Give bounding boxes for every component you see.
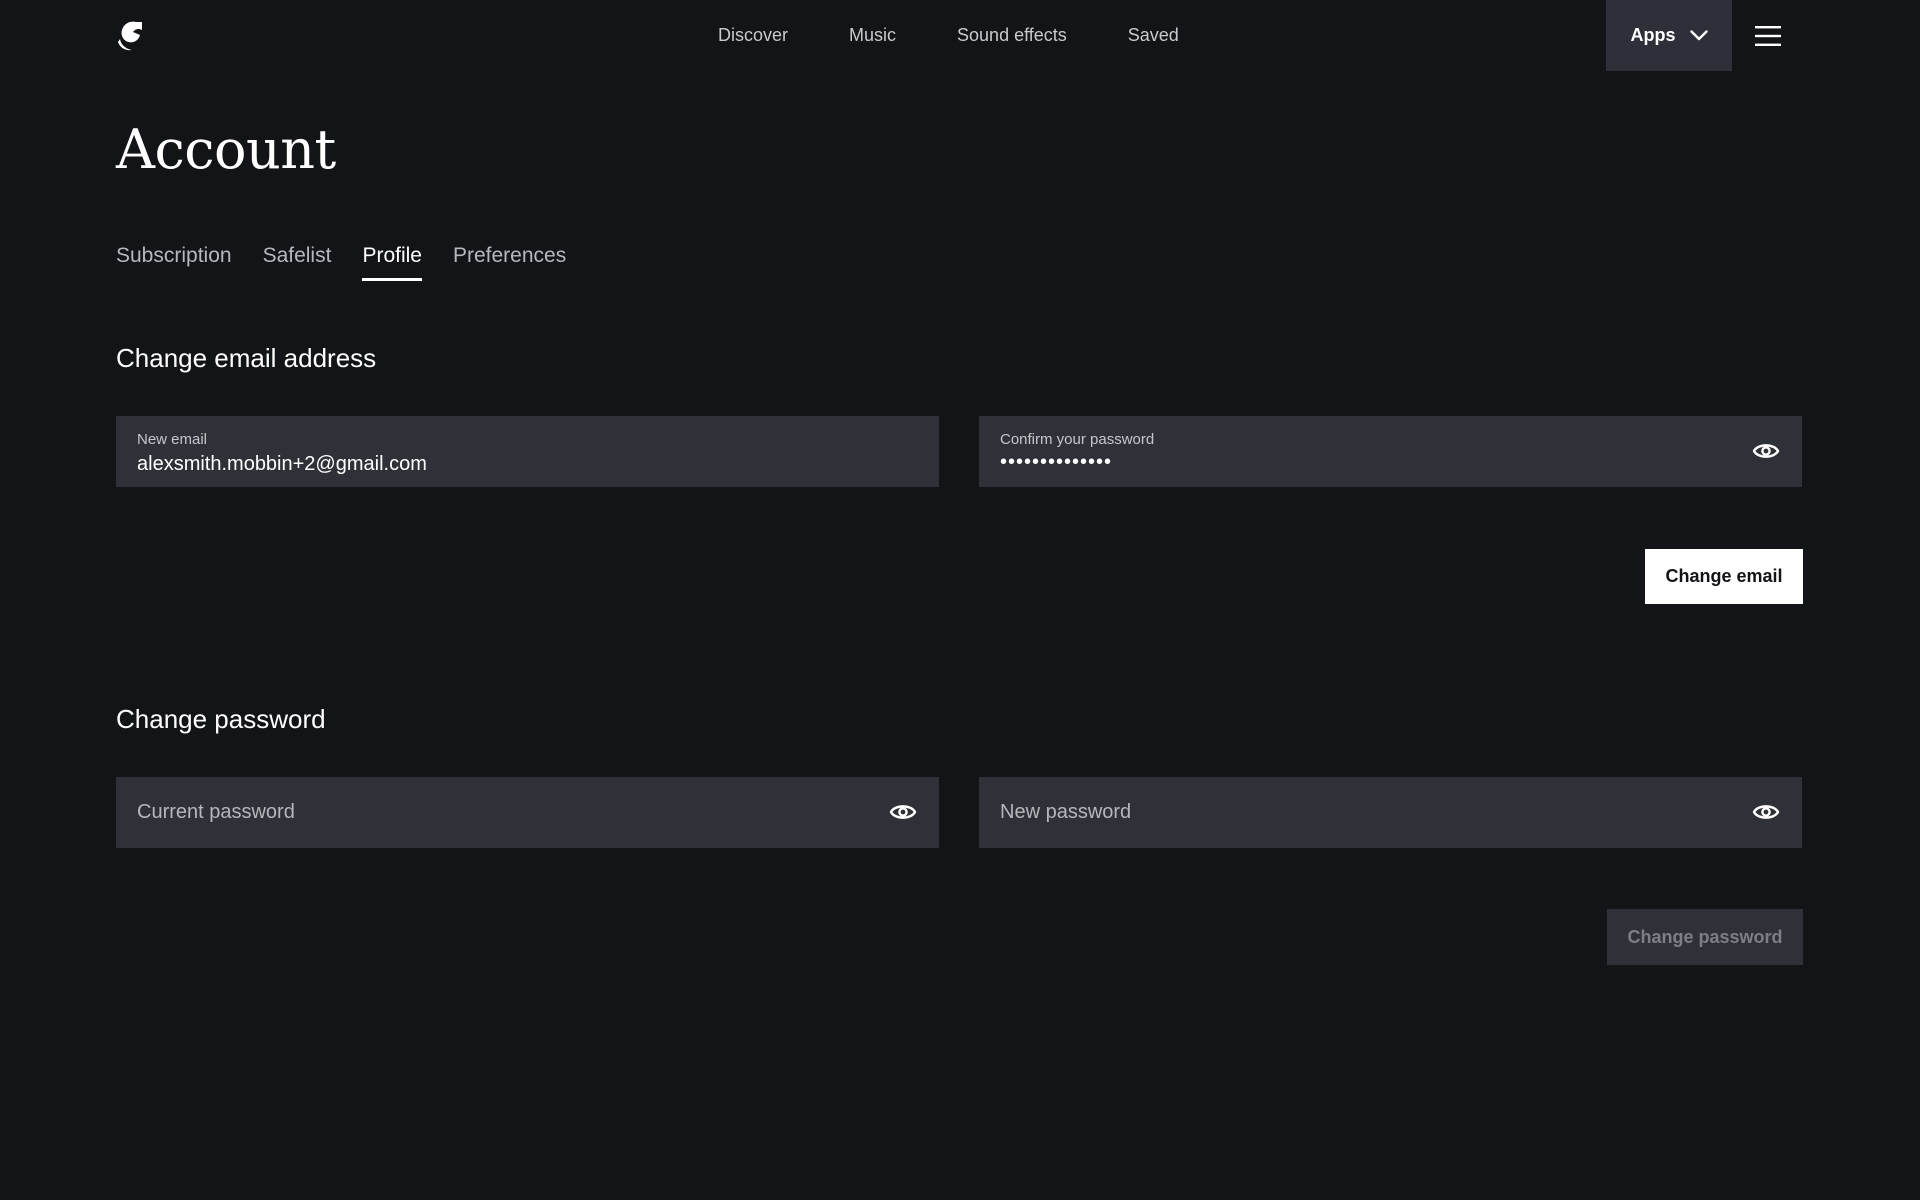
page-title: Account (116, 118, 336, 181)
nav-link-saved[interactable]: Saved (1128, 25, 1179, 46)
show-password-eye-icon[interactable] (1752, 439, 1780, 463)
change-password-heading: Change password (116, 704, 326, 734)
main-nav: Discover Music Sound effects Saved (718, 0, 1179, 71)
nav-link-music[interactable]: Music (849, 25, 896, 46)
tab-safelist[interactable]: Safelist (263, 244, 332, 279)
change-password-button[interactable]: Change password (1607, 909, 1803, 965)
new-password-placeholder: New password (1000, 801, 1132, 823)
current-password-placeholder: Current password (137, 801, 295, 823)
brand-logo-icon[interactable] (116, 20, 142, 52)
new-email-field[interactable]: New email alexsmith.mobbin+2@gmail.com (116, 416, 939, 487)
tab-subscription[interactable]: Subscription (116, 244, 232, 279)
confirm-password-label: Confirm your password (1000, 431, 1155, 448)
account-tabs: Subscription Safelist Profile Preference… (116, 244, 566, 281)
tab-profile[interactable]: Profile (362, 244, 422, 281)
top-header: Discover Music Sound effects Saved Apps (0, 0, 1920, 71)
nav-link-sound-effects[interactable]: Sound effects (957, 25, 1067, 46)
hamburger-menu-icon[interactable] (1754, 24, 1782, 48)
show-current-password-eye-icon[interactable] (889, 800, 917, 824)
apps-label: Apps (1630, 25, 1676, 45)
new-email-label: New email (137, 431, 208, 448)
confirm-password-field[interactable]: Confirm your password •••••••••••••• (979, 416, 1802, 487)
change-email-heading: Change email address (116, 343, 377, 373)
current-password-field[interactable]: Current password (116, 777, 939, 848)
tab-preferences[interactable]: Preferences (453, 244, 566, 279)
confirm-password-value[interactable]: •••••••••••••• (1000, 451, 1112, 474)
new-password-field[interactable]: New password (979, 777, 1802, 848)
change-email-button[interactable]: Change email (1645, 549, 1803, 604)
show-new-password-eye-icon[interactable] (1752, 800, 1780, 824)
new-email-value[interactable]: alexsmith.mobbin+2@gmail.com (137, 453, 427, 476)
apps-dropdown-button[interactable]: Apps (1606, 0, 1732, 71)
chevron-down-icon (1689, 30, 1708, 41)
nav-link-discover[interactable]: Discover (718, 25, 788, 46)
